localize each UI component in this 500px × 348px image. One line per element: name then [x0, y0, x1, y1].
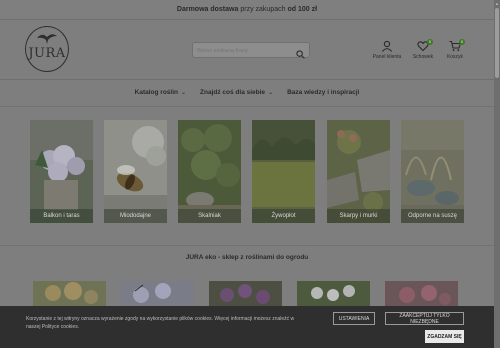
header-actions: Panel klienta 0 Schowek 0 Koszyk [369, 39, 469, 80]
bee-on-flower-image [104, 120, 167, 223]
wishlist-count-badge: 0 [427, 39, 433, 45]
hedge-image [252, 120, 315, 223]
scrollbar-thumb[interactable] [495, 8, 499, 78]
wishlist-label: Schowek [412, 54, 434, 60]
category-label: Skarpy i murki [327, 209, 390, 223]
category-tile-hedge[interactable]: Żywopłot [252, 120, 315, 223]
slopes-walls-image [327, 120, 390, 223]
cart-label: Koszyk [446, 54, 464, 60]
wishlist-button[interactable]: 0 Schowek [405, 39, 441, 60]
page: Darmowa dostawa przy zakupach od 100 zł … [0, 0, 494, 348]
search-box[interactable] [192, 42, 310, 59]
site-header: JURA Panel klienta 0 Schowek [0, 20, 494, 80]
site-logo[interactable]: JURA [25, 26, 69, 72]
page-scrollbar[interactable]: ▲ [494, 0, 500, 348]
menu-item-knowledge-base[interactable]: Baza wiedzy i inspiracji [287, 89, 359, 96]
search-icon[interactable] [296, 46, 305, 59]
balcony-plants-image [30, 120, 93, 223]
category-tile-balcony[interactable]: Balkon i taras [30, 120, 93, 223]
category-tile-honey-plants[interactable]: Miododajne [104, 120, 167, 223]
cookie-consent-text: Korzystanie z tej witryny oznacza wyraże… [26, 316, 295, 330]
menu-item-find-for-you[interactable]: Znajdź coś dla siebie ⌄ [200, 89, 273, 96]
section-title: JURA eko - sklep z roślinami do ogrodu [185, 254, 309, 261]
category-tile-rock-garden[interactable]: Skalniak [178, 120, 241, 223]
agree-button[interactable]: ZGADZAM SIĘ [425, 330, 464, 343]
menu-item-label: Znajdź coś dla siebie [200, 88, 266, 96]
cart-button[interactable]: 0 Koszyk [437, 39, 473, 60]
rock-garden-image [178, 120, 241, 223]
category-tile-drought-resistant[interactable]: Odporne na suszę [401, 120, 464, 223]
category-label: Skalniak [178, 209, 241, 223]
cart-count-badge: 0 [459, 39, 465, 45]
free-shipping-bar: Darmowa dostawa przy zakupach od 100 zł [0, 0, 494, 20]
account-label: Panel klienta [372, 54, 402, 60]
category-label: Żywopłot [252, 209, 315, 223]
category-label: Balkon i taras [30, 209, 93, 223]
menu-item-label: Baza wiedzy i inspiracji [287, 88, 360, 96]
account-button[interactable]: Panel klienta [369, 40, 405, 60]
drought-resistant-image [401, 120, 464, 223]
category-label: Odporne na suszę [401, 209, 464, 223]
free-shipping-condition: przy zakupach [240, 6, 286, 13]
section-divider [0, 245, 494, 246]
category-tile-slopes-walls[interactable]: Skarpy i murki [327, 120, 390, 223]
category-tiles: Balkon i taras Miododajne Skalniak Żywop… [30, 120, 464, 223]
free-shipping-text: Darmowa dostawa [176, 6, 239, 13]
user-icon [369, 40, 405, 52]
menu-divider [0, 106, 494, 107]
bird-logo-icon [36, 31, 58, 48]
free-shipping-threshold: od 100 zł [287, 6, 318, 13]
cookie-banner: Korzystanie z tej witryny oznacza wyraże… [0, 306, 494, 348]
chevron-down-icon: ⌄ [268, 89, 274, 96]
chevron-down-icon: ⌄ [181, 89, 187, 96]
search-input[interactable] [197, 45, 293, 56]
category-label: Miododajne [104, 209, 167, 223]
main-menu: Katalog roślin ⌄ Znajdź coś dla siebie ⌄… [0, 82, 494, 102]
cookie-settings-button[interactable]: USTAWIENIA [333, 312, 375, 325]
menu-item-label: Katalog roślin [134, 88, 178, 96]
menu-item-plant-catalog[interactable]: Katalog roślin ⌄ [135, 89, 186, 96]
cart-icon [437, 40, 473, 52]
heart-icon [405, 40, 441, 52]
accept-necessary-button[interactable]: ZAAKCEPTUJ TYLKO NIEZBĘDNE [385, 312, 464, 325]
scroll-up-icon[interactable]: ▲ [495, 1, 499, 6]
